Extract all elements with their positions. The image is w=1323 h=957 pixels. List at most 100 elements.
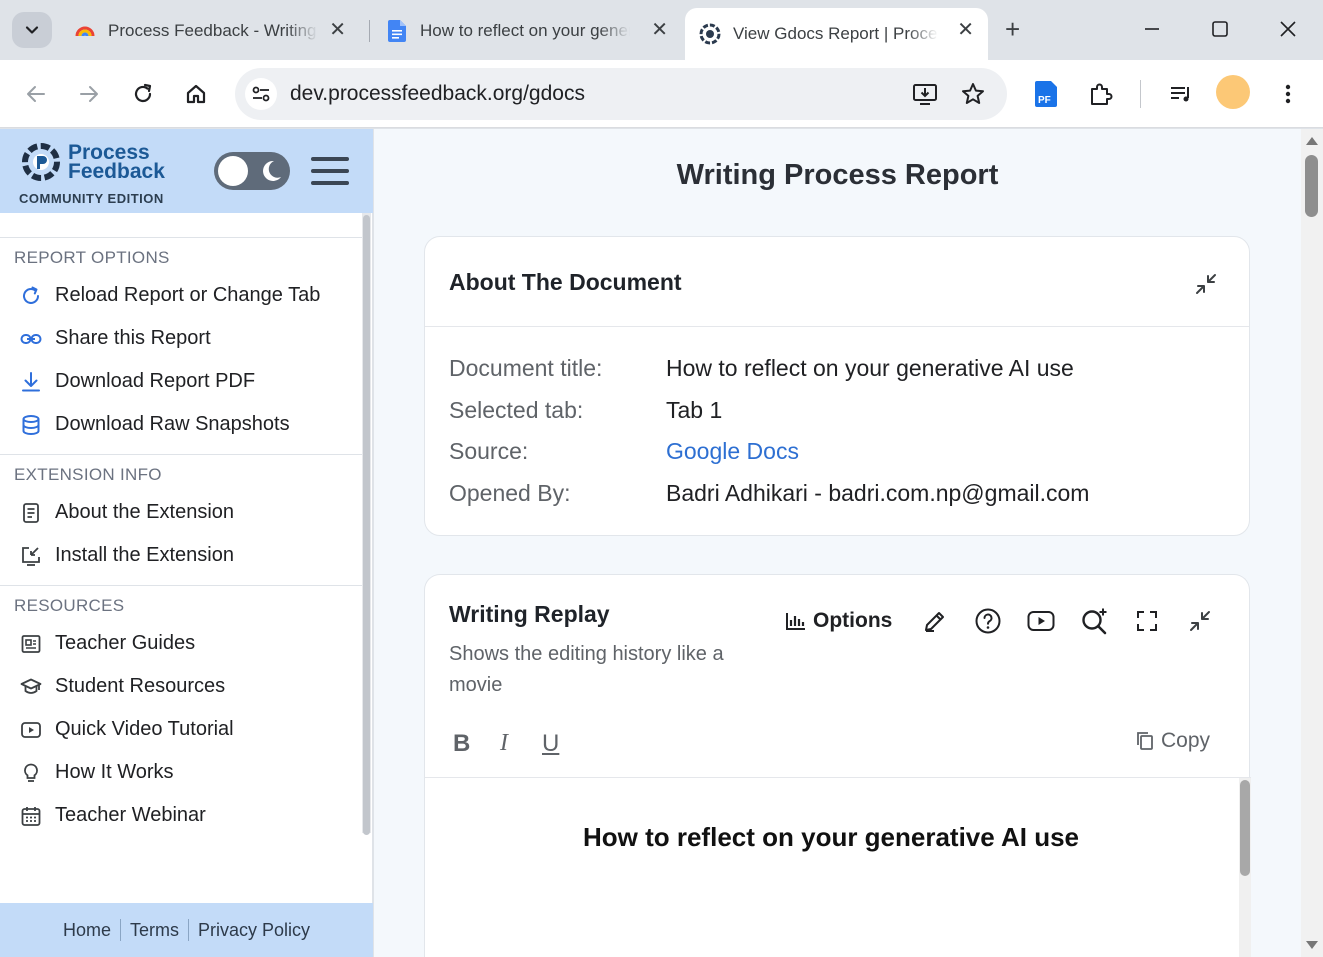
document-title-value: How to reflect on your generative AI use: [666, 355, 1074, 381]
footer-privacy-link[interactable]: Privacy Policy: [189, 920, 319, 941]
bold-button[interactable]: B: [453, 730, 470, 758]
fullscreen-button[interactable]: [1132, 606, 1162, 636]
toggle-knob: [218, 156, 248, 186]
install-app-icon: [913, 84, 937, 105]
selected-tab-value: Tab 1: [666, 397, 723, 423]
about-extension-item[interactable]: About the Extension: [0, 491, 364, 534]
footer-home-link[interactable]: Home: [54, 920, 120, 941]
home-button[interactable]: [182, 80, 210, 108]
item-label: Teacher Guides: [55, 632, 196, 654]
scrollbar-thumb[interactable]: [1305, 155, 1318, 217]
pf-extension-icon: PF: [1035, 81, 1057, 107]
share-report-item[interactable]: Share this Report: [0, 317, 364, 360]
svg-text:PF: PF: [1038, 95, 1051, 106]
bar-chart-icon: [786, 613, 805, 630]
more-vertical-icon: [1285, 84, 1291, 104]
item-label: Install the Extension: [55, 544, 234, 566]
copy-button[interactable]: Copy: [1135, 729, 1210, 753]
section-title: EXTENSION INFO: [14, 465, 162, 484]
opened-by-value: Badri Adhikari - badri.com.np@gmail.com: [666, 480, 1090, 506]
main-content: Writing Process Report About The Documen…: [374, 129, 1301, 957]
home-icon: [186, 84, 206, 104]
video-tutorial-item[interactable]: Quick Video Tutorial: [0, 708, 364, 751]
reload-report-item[interactable]: Reload Report or Change Tab: [0, 274, 364, 317]
new-tab-button[interactable]: +: [1005, 16, 1020, 42]
download-snapshots-item[interactable]: Download Raw Snapshots: [0, 403, 364, 446]
scroll-up-icon[interactable]: [1306, 137, 1318, 145]
close-tab-icon[interactable]: ✕: [651, 20, 668, 40]
about-document-card: About The Document Document title: How t…: [424, 236, 1250, 536]
close-tab-icon[interactable]: ✕: [957, 20, 974, 40]
question-circle-icon: [975, 608, 1001, 634]
browser-menu-button[interactable]: [1274, 80, 1302, 108]
underline-button[interactable]: U: [542, 730, 559, 758]
how-it-works-item[interactable]: How It Works: [0, 751, 364, 794]
edit-button[interactable]: [920, 606, 950, 636]
star-icon: [962, 83, 984, 104]
install-extension-item[interactable]: Install the Extension: [0, 534, 364, 577]
dark-mode-toggle[interactable]: [214, 152, 290, 190]
toolbar-divider: [1140, 80, 1141, 108]
document-heading: How to reflect on your generative AI use: [582, 822, 1080, 852]
tab-process-feedback[interactable]: Process Feedback - Writing ✕: [60, 8, 360, 54]
site-info-button[interactable]: [245, 78, 277, 110]
replay-toolbar: Options: [785, 605, 1215, 637]
item-label: Teacher Webinar: [55, 804, 206, 826]
sidebar-scrollbar[interactable]: [362, 213, 371, 835]
footer-terms-link[interactable]: Terms: [121, 920, 188, 941]
maximize-button[interactable]: [1210, 14, 1230, 52]
maximize-icon: [1212, 21, 1228, 37]
help-button[interactable]: [973, 606, 1003, 636]
options-button[interactable]: Options: [785, 609, 892, 633]
collapse-icon[interactable]: [1193, 271, 1219, 297]
editor-scrollbar[interactable]: [1239, 778, 1251, 957]
process-feedback-extension-button[interactable]: PF: [1033, 80, 1061, 108]
process-feedback-logo-icon: [22, 143, 60, 181]
pencil-icon: [925, 612, 945, 632]
scrollbar-thumb[interactable]: [363, 215, 370, 835]
edition-label: COMMUNITY EDITION: [19, 191, 164, 206]
teacher-guides-item[interactable]: Teacher Guides: [0, 622, 364, 665]
profile-avatar[interactable]: [1216, 75, 1250, 109]
scroll-down-icon[interactable]: [1306, 941, 1318, 949]
reload-icon: [18, 283, 44, 309]
reload-icon: [134, 83, 152, 103]
item-label: Reload Report or Change Tab: [55, 284, 321, 306]
download-pdf-item[interactable]: Download Report PDF: [0, 360, 364, 403]
replay-editor[interactable]: How to reflect on your generative AI use: [425, 777, 1251, 957]
source-link[interactable]: Google Docs: [666, 438, 799, 465]
tab-search-button[interactable]: [12, 12, 52, 48]
close-window-button[interactable]: [1278, 14, 1298, 52]
tab-google-doc[interactable]: How to reflect on your generative AI use…: [372, 8, 682, 54]
media-controls-button[interactable]: [1167, 80, 1195, 108]
extension-info-section: EXTENSION INFO About the Extension Insta…: [0, 454, 364, 585]
back-button[interactable]: [22, 80, 50, 108]
scrollbar-thumb[interactable]: [1240, 780, 1250, 876]
item-label: Share this Report: [55, 327, 211, 349]
youtube-button[interactable]: [1026, 606, 1056, 636]
info-label: Selected tab:: [449, 397, 584, 423]
google-docs-icon: [386, 20, 408, 42]
collapse-replay-button[interactable]: [1185, 606, 1215, 636]
address-bar[interactable]: dev.processfeedback.org/gdocs: [235, 68, 1007, 120]
teacher-webinar-item[interactable]: Teacher Webinar: [0, 794, 364, 837]
minimize-button[interactable]: [1142, 14, 1162, 52]
info-label: Source:: [449, 438, 529, 464]
page-scrollbar[interactable]: [1301, 129, 1323, 957]
info-label: Opened By:: [449, 480, 571, 506]
italic-button[interactable]: I: [500, 730, 508, 757]
tab-gdocs-report[interactable]: View Gdocs Report | Process Feedback ✕: [685, 8, 988, 60]
tune-icon: [252, 86, 270, 102]
student-resources-item[interactable]: Student Resources: [0, 665, 364, 708]
bookmark-button[interactable]: [959, 80, 987, 108]
zoom-button[interactable]: [1079, 606, 1109, 636]
url-text[interactable]: dev.processfeedback.org/gdocs: [290, 82, 585, 106]
forward-button[interactable]: [75, 80, 103, 108]
close-tab-icon[interactable]: ✕: [329, 20, 346, 40]
menu-toggle-button[interactable]: [311, 157, 349, 185]
logo-line2: Feedback: [68, 160, 165, 183]
reload-button[interactable]: [129, 80, 157, 108]
install-app-button[interactable]: [911, 80, 939, 108]
menu-bar: [311, 157, 349, 161]
extensions-button[interactable]: [1087, 80, 1115, 108]
